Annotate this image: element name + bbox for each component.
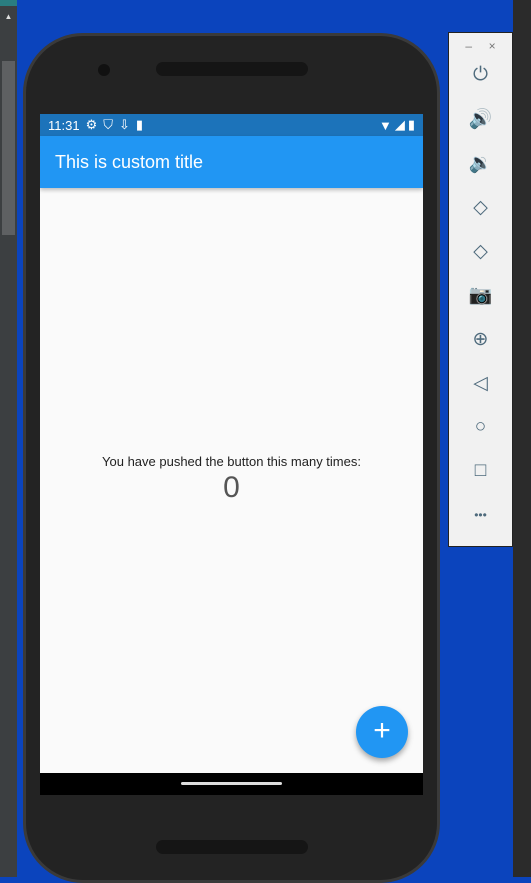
volume-down-icon[interactable]: 🔉 [449, 141, 512, 185]
home-gesture-pill[interactable] [181, 782, 282, 785]
scroll-thumb[interactable] [2, 61, 15, 235]
ide-left-scrollbar[interactable]: ▲ [0, 0, 17, 877]
status-time: 11:31 [48, 117, 80, 133]
navigation-bar [40, 773, 423, 795]
increment-button[interactable]: + [356, 706, 408, 758]
app-bar: This is custom title [40, 136, 423, 188]
emulator-controls: – × ⏻ 🔊 🔉 ◇ ◇ 📷 ⊕ ◁ ○ □ ••• [448, 32, 513, 547]
back-icon[interactable]: ◁ [449, 361, 512, 405]
ide-tab-indicator [0, 0, 17, 6]
device-screen: 11:31 ⚙ ⛉ ⇩ ▮ ▼ ◢ ▮ This is custom title Y… [40, 114, 423, 795]
speaker-bottom [156, 840, 308, 854]
overview-icon[interactable]: □ [449, 449, 512, 493]
signal-icon: ◢ [394, 117, 405, 132]
camera-icon[interactable]: 📷 [449, 273, 512, 317]
camera-icon [98, 64, 110, 76]
zoom-icon[interactable]: ⊕ [449, 317, 512, 361]
close-button[interactable]: × [489, 39, 496, 53]
volume-up-icon[interactable]: 🔊 [449, 97, 512, 141]
battery-icon: ▮ [407, 117, 415, 132]
counter-message: You have pushed the button this many tim… [102, 454, 361, 469]
status-bar: 11:31 ⚙ ⛉ ⇩ ▮ ▼ ◢ ▮ [40, 114, 423, 136]
ide-right-toolbar [513, 0, 531, 877]
more-icon[interactable]: ••• [449, 493, 512, 537]
speaker-top [156, 62, 308, 76]
settings-icon: ⚙ [85, 117, 98, 132]
scroll-up-icon[interactable]: ▲ [0, 12, 17, 21]
counter-value: 0 [223, 471, 240, 504]
rotate-right-icon[interactable]: ◇ [449, 229, 512, 273]
page-title: This is custom title [55, 151, 204, 172]
usb-icon: ⇩ [119, 117, 130, 132]
wifi-icon: ▼ [378, 117, 392, 133]
sd-card-icon: ▮ [135, 117, 144, 132]
power-icon[interactable]: ⏻ [449, 53, 512, 97]
shield-icon: ⛉ [103, 117, 113, 132]
rotate-left-icon[interactable]: ◇ [449, 185, 512, 229]
minimize-button[interactable]: – [465, 39, 472, 53]
home-icon[interactable]: ○ [449, 405, 512, 449]
